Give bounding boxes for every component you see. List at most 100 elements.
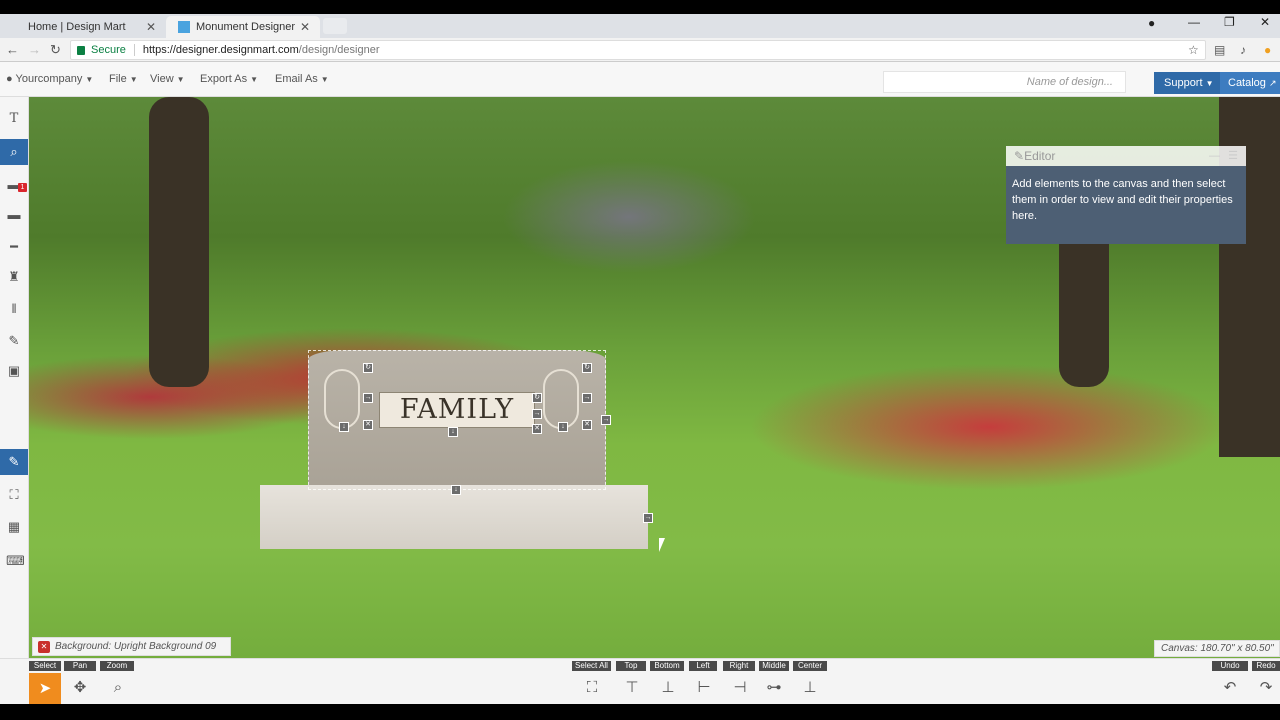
export-menu[interactable]: Export As ▼ [200, 73, 258, 85]
pencil-tool-icon[interactable]: ✎ [6, 333, 22, 349]
mode-label-select: Select [29, 661, 61, 671]
align-label-right: Right [723, 661, 755, 671]
inscription-plaque[interactable]: FAMILY [379, 392, 535, 428]
vase-tool-icon[interactable]: ♜ [6, 269, 22, 285]
canvas-size-label: Canvas: 180.70" x 80.50" [1154, 640, 1280, 657]
layers-count-badge: 1 [18, 183, 27, 192]
catalog-label: Catalog [1228, 77, 1266, 89]
select-all-icon[interactable]: ⛶ [582, 679, 602, 697]
resize-handle-icon[interactable]: ↓ [448, 427, 458, 437]
edit-tool-icon[interactable]: ✎ [0, 449, 28, 475]
new-tab-button[interactable] [323, 18, 347, 34]
rotate-handle-icon[interactable]: ↻ [532, 393, 542, 403]
view-menu[interactable]: View ▼ [150, 73, 185, 85]
resize-handle-icon[interactable]: ↓ [558, 422, 568, 432]
alert-icon[interactable]: ● [1264, 43, 1271, 57]
resize-handle-icon[interactable]: → [532, 409, 542, 419]
resize-handle-icon[interactable]: ↓ [451, 485, 461, 495]
mode-label-zoom: Zoom [100, 661, 134, 671]
rose-ornament-left[interactable] [324, 369, 360, 429]
delete-handle-icon[interactable]: ✕ [582, 420, 592, 430]
menu-icon[interactable]: ☰ [1228, 146, 1238, 166]
resize-handle-icon[interactable]: ↓ [339, 422, 349, 432]
profile-icon[interactable]: ● [1148, 16, 1155, 30]
file-menu[interactable]: File ▼ [109, 73, 138, 85]
shape-tool-icon[interactable]: ▬ [6, 207, 22, 223]
resize-handle-icon[interactable]: → [601, 415, 611, 425]
email-menu[interactable]: Email As ▼ [275, 73, 329, 85]
minimize-icon[interactable]: — [1188, 15, 1200, 29]
minimize-panel-icon[interactable]: — [1209, 146, 1220, 166]
url-path: /design/designer [298, 44, 380, 56]
editor-panel-header[interactable]: ✎Editor — ☰ [1006, 146, 1246, 166]
pan-tool-icon[interactable]: ✥ [70, 679, 90, 697]
close-icon[interactable]: ✕ [300, 20, 310, 34]
tab-home[interactable]: Home | Design Mart ✕ [16, 16, 166, 38]
undo-icon[interactable]: ↶ [1220, 679, 1240, 697]
text-tool-icon[interactable]: T [6, 111, 22, 127]
mouse-cursor [659, 538, 671, 552]
catalog-button[interactable]: Catalog ↗ [1220, 72, 1280, 94]
support-button[interactable]: Support ▼ [1154, 72, 1220, 94]
align-left-icon[interactable]: ⊢ [694, 679, 714, 697]
align-label-left: Left [689, 661, 717, 671]
resize-handle-icon[interactable]: → [582, 393, 592, 403]
image-tool-icon[interactable]: ▣ [6, 363, 22, 379]
resize-handle-icon[interactable]: → [643, 513, 653, 523]
align-label-select-all: Select All [572, 661, 611, 671]
tab-label: Home | Design Mart [28, 21, 126, 33]
microphone-icon[interactable]: ♪ [1240, 43, 1246, 57]
window-close-icon[interactable]: ✕ [1260, 15, 1270, 29]
crop-tool-icon[interactable]: ⛶ [6, 487, 22, 503]
app-menubar: ● Yourcompany ▼ File ▼ View ▼ Export As ▼ Em… [0, 62, 1280, 97]
align-right-icon[interactable]: ⊣ [730, 679, 750, 697]
address-bar: ← → ↻ Secure https://designer.designmart… [0, 38, 1280, 62]
align-top-icon[interactable]: ⊤ [622, 679, 642, 697]
rose-ornament-right[interactable] [543, 369, 579, 429]
search-tool-icon[interactable]: ⌕ [0, 139, 28, 165]
editor-panel: ✎Editor — ☰ Add elements to the canvas a… [1006, 146, 1246, 248]
back-icon[interactable]: ← [6, 42, 19, 57]
redo-icon[interactable]: ↷ [1256, 679, 1276, 697]
view-label: View [150, 73, 174, 85]
background-tree-trunk [149, 97, 209, 387]
line-tool-icon[interactable]: ━ [6, 239, 22, 255]
history-label-redo: Redo [1252, 661, 1280, 671]
grid-tool-icon[interactable]: ▦ [6, 519, 22, 535]
rotate-handle-icon[interactable]: ↻ [363, 363, 373, 373]
lock-icon [77, 45, 85, 55]
delete-handle-icon[interactable]: ✕ [363, 420, 373, 430]
delete-handle-icon[interactable]: ✕ [532, 424, 542, 434]
close-icon[interactable]: ✕ [146, 20, 156, 34]
forward-icon[interactable]: → [28, 42, 41, 57]
align-bottom-icon[interactable]: ⊥ [658, 679, 678, 697]
url-field[interactable]: Secure https://designer.designmart.com/d… [70, 40, 1206, 60]
tab-monument-designer[interactable]: Monument Designer ✕ [166, 16, 320, 38]
select-tool-icon[interactable]: ➤ [29, 673, 61, 704]
align-label-top: Top [616, 661, 646, 671]
app-window: Home | Design Mart ✕ Monument Designer ✕… [0, 0, 1280, 720]
keyboard-icon[interactable]: ⌨ [6, 553, 25, 569]
extension-icon[interactable]: ▤ [1214, 43, 1225, 57]
design-name-input[interactable]: Name of design... [883, 71, 1126, 93]
columns-tool-icon[interactable]: ‖ [6, 301, 22, 317]
remove-background-icon[interactable]: ✕ [38, 641, 50, 653]
account-label: Yourcompany [15, 73, 83, 85]
screen-bottom-border [0, 704, 1280, 720]
zoom-tool-icon[interactable]: ⌕ [108, 679, 128, 697]
email-label: Email As [275, 73, 318, 85]
align-center-icon[interactable]: ⊥ [800, 679, 820, 697]
align-label-middle: Middle [759, 661, 789, 671]
mode-label-pan: Pan [64, 661, 96, 671]
bookmark-star-icon[interactable]: ☆ [1188, 43, 1199, 57]
rotate-handle-icon[interactable]: ↻ [582, 363, 592, 373]
background-label: Background: Upright Background 09 [55, 641, 217, 652]
account-menu[interactable]: ● Yourcompany ▼ [6, 73, 93, 85]
export-label: Export As [200, 73, 248, 85]
align-middle-icon[interactable]: ⊶ [764, 679, 784, 697]
reload-icon[interactable]: ↻ [50, 42, 61, 58]
align-label-center: Center [793, 661, 827, 671]
favicon-icon [178, 21, 190, 33]
restore-icon[interactable]: ❐ [1224, 15, 1235, 29]
resize-handle-icon[interactable]: → [363, 393, 373, 403]
